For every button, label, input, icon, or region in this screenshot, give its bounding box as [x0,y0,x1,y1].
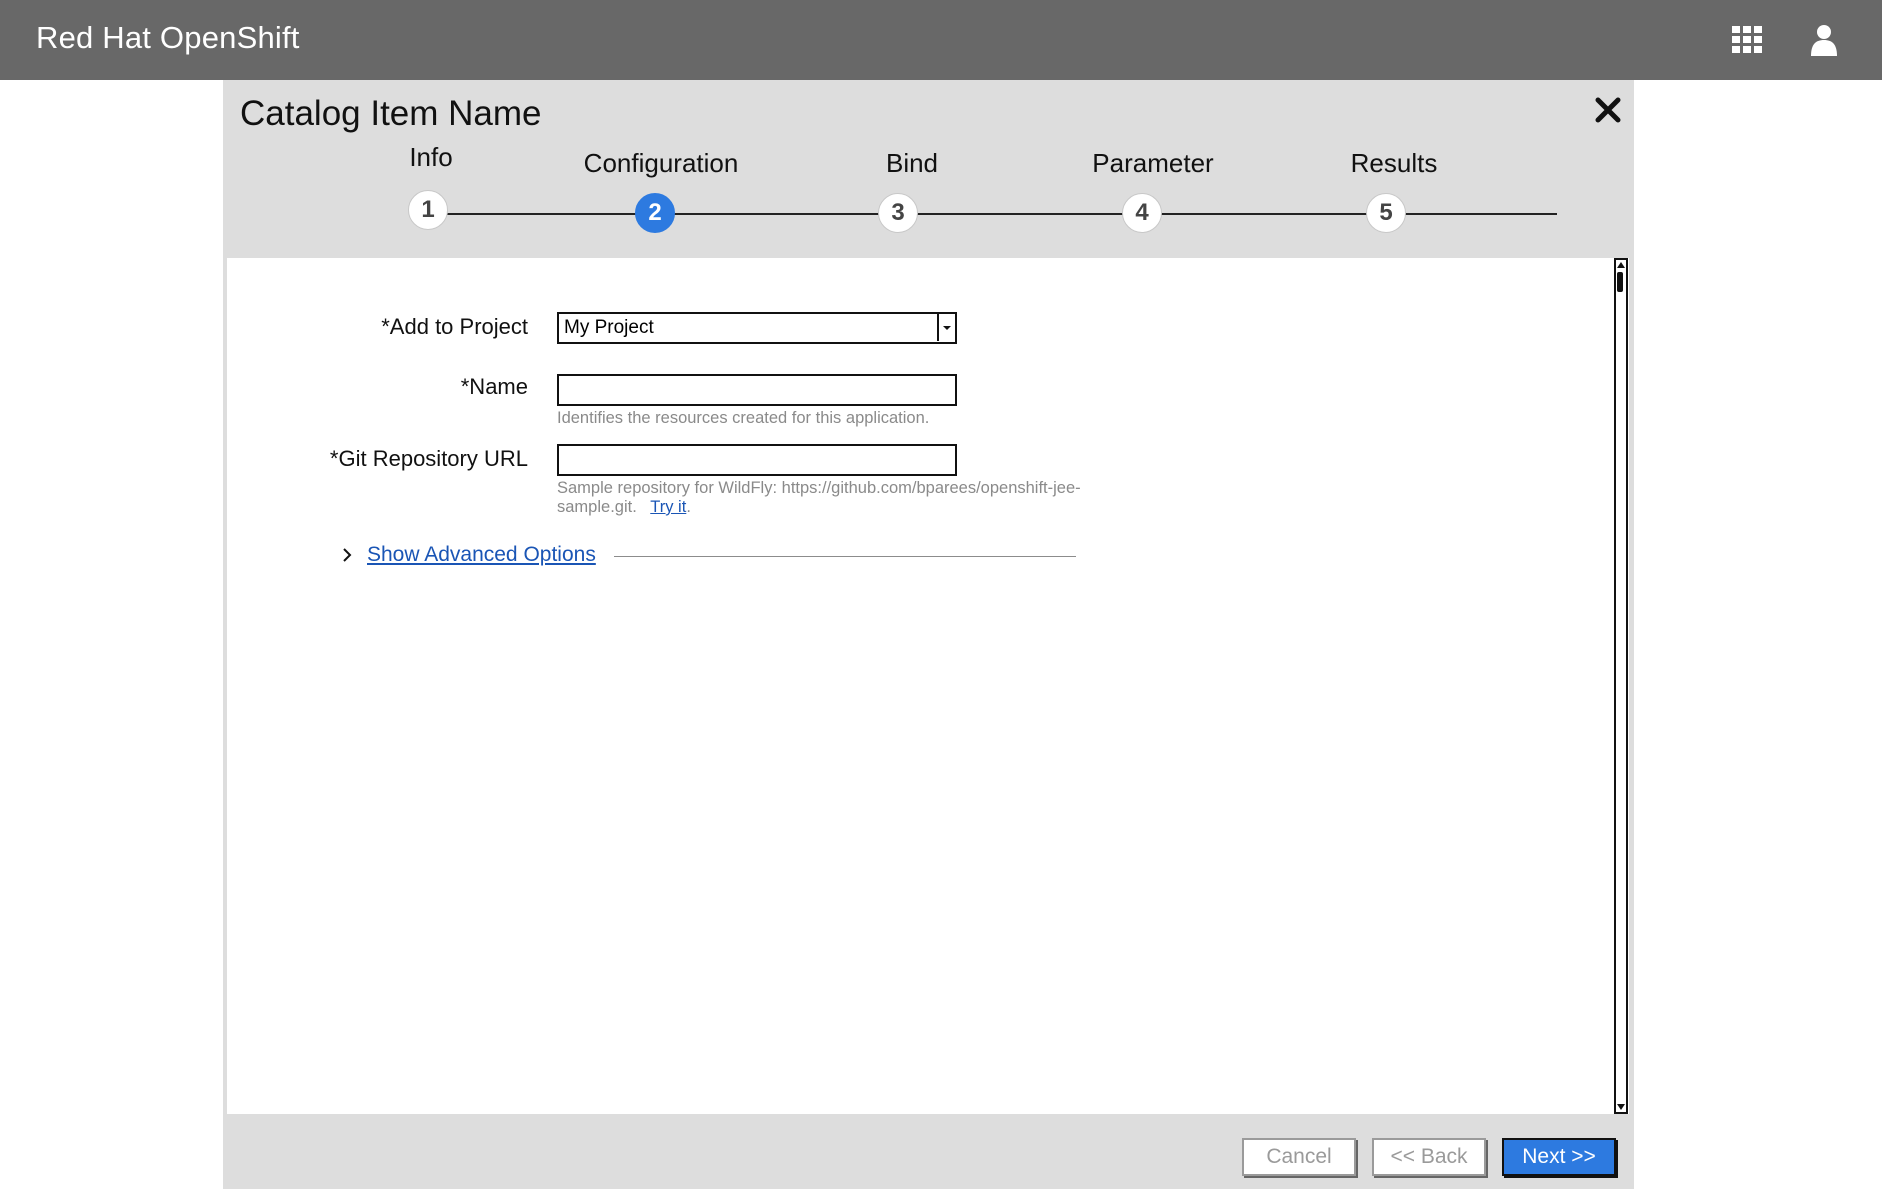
scroll-down-arrow-icon[interactable] [1616,1102,1626,1112]
name-label: *Name [460,374,528,399]
step-4-circle[interactable]: 4 [1122,193,1162,233]
name-input[interactable] [557,374,957,406]
brand-title[interactable]: Red Hat OpenShift [36,20,300,56]
show-advanced-options-link[interactable]: Show Advanced Options [367,543,596,567]
back-button[interactable]: << Back [1372,1138,1486,1176]
add-to-project-label: *Add to Project [381,314,528,339]
scroll-thumb[interactable] [1617,272,1623,292]
git-help-sample: Sample repository for WildFly: https://g… [557,479,1081,516]
step-label-parameter: Parameter [1092,148,1214,178]
git-repository-url-label: *Git Repository URL [329,446,528,471]
step-label-results: Results [1350,148,1438,178]
close-icon[interactable] [1592,94,1624,126]
name-help-text: Identifies the resources created for thi… [557,409,930,427]
add-to-project-select[interactable]: My Project [557,312,957,344]
try-it-link[interactable]: Try it [650,498,686,516]
git-repository-url-input[interactable] [557,444,957,476]
next-button[interactable]: Next >> [1502,1138,1616,1176]
top-navbar: Red Hat OpenShift [0,0,1882,80]
apps-grid-icon[interactable] [1730,22,1766,58]
chevron-down-icon[interactable] [937,314,955,341]
wizard-title: Catalog Item Name [240,94,542,133]
git-help-text: Sample repository for WildFly: https://g… [557,479,1127,517]
scroll-up-arrow-icon[interactable] [1616,260,1626,270]
chevron-right-icon[interactable] [340,546,354,564]
step-label-bind: Bind [885,148,939,178]
step-label-info: Info [409,142,453,172]
advanced-options-divider [614,556,1076,557]
cancel-button[interactable]: Cancel [1242,1138,1356,1176]
step-3-circle[interactable]: 3 [878,193,918,233]
step-5-circle[interactable]: 5 [1366,193,1406,233]
step-label-configuration: Configuration [583,148,739,178]
user-icon[interactable] [1806,22,1842,58]
step-1-circle[interactable]: 1 [408,190,448,230]
git-help-suffix: . [686,498,691,516]
navbar-icons [1730,22,1842,58]
step-2-circle[interactable]: 2 [635,193,675,233]
panel-scrollbar[interactable] [1614,258,1628,1114]
add-to-project-value: My Project [564,317,654,338]
